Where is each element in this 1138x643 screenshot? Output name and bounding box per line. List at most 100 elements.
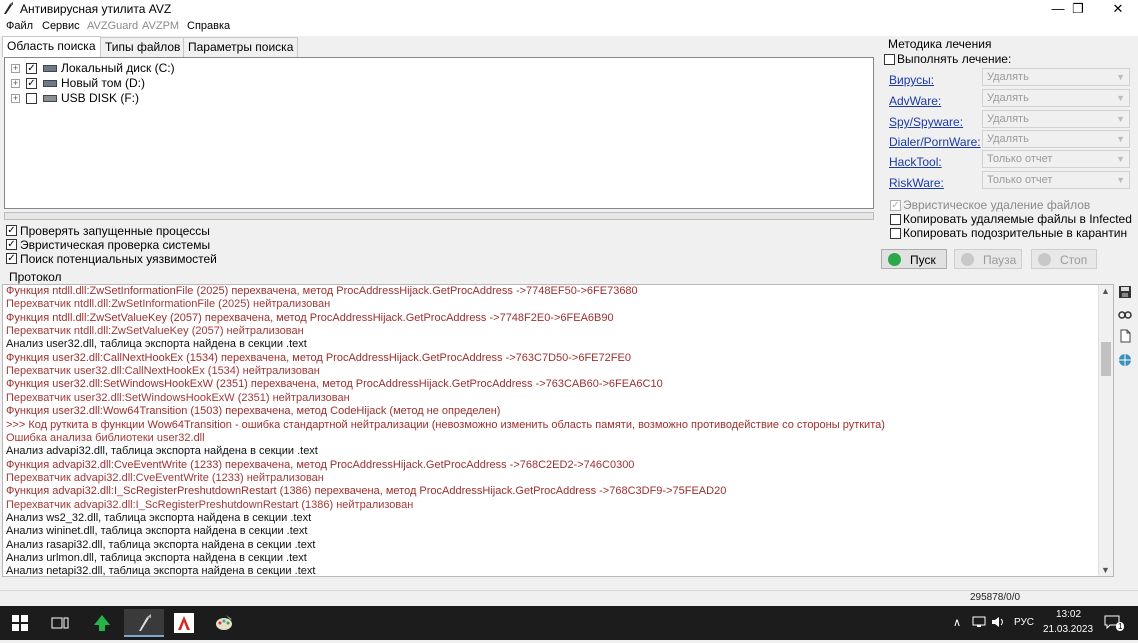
maximize-button[interactable]: ❐ <box>1058 0 1098 18</box>
menu-service[interactable]: Сервис <box>42 20 80 32</box>
acrobat-icon[interactable] <box>164 609 204 637</box>
log-line: Анализ wininet.dll, таблица экспорта най… <box>6 525 308 538</box>
drive-label: USB DISK (F:) <box>61 91 140 105</box>
select-value: Удалять <box>987 113 1029 125</box>
menu-avzguard[interactable]: AVZGuard <box>87 20 138 32</box>
start-button[interactable]: Пуск <box>881 249 947 269</box>
menu-avzpm[interactable]: AVZPM <box>142 20 179 32</box>
protocol-log[interactable]: Функция ntdll.dll:ZwSetInformationFile (… <box>2 284 1114 577</box>
hard-drive-icon <box>43 80 57 87</box>
heuristic-delete-checkbox[interactable]: ✓ <box>890 200 901 211</box>
heuristic-check-checkbox[interactable]: ✓ <box>6 239 17 250</box>
status-bar: 295878/0/0 <box>0 590 1138 606</box>
pause-button[interactable]: Пауза <box>954 249 1022 269</box>
download-app-icon[interactable] <box>82 609 122 637</box>
copy-suspicious-checkbox[interactable] <box>890 228 901 239</box>
chevron-down-icon: ▼ <box>1116 134 1125 144</box>
find-in-log-icon[interactable] <box>1116 307 1134 325</box>
log-line: Анализ advapi32.dll, таблица экспорта на… <box>6 445 318 458</box>
paint-icon[interactable] <box>204 609 244 637</box>
clock-date[interactable]: 21.03.2023 <box>1043 624 1093 635</box>
spyware-action-select[interactable]: Удалять ▼ <box>982 110 1130 128</box>
viruses-action-select[interactable]: Удалять ▼ <box>982 68 1130 86</box>
chevron-down-icon: ▼ <box>1116 175 1125 185</box>
threat-link-riskware[interactable]: RiskWare: <box>889 176 944 190</box>
log-line: Анализ user32.dll, таблица экспорта найд… <box>6 338 307 351</box>
log-line: Анализ ws2_32.dll, таблица экспорта найд… <box>6 511 312 524</box>
log-line: Анализ netapi32.dll, таблица экспорта на… <box>6 565 316 577</box>
drive-tree: + ✓ Локальный диск (C:) + ✓ Новый том (D… <box>4 57 874 209</box>
threat-link-spyware[interactable]: Spy/Spyware: <box>889 115 963 129</box>
pause-icon <box>961 253 974 266</box>
perform-treatment-checkbox[interactable] <box>884 54 895 65</box>
drive-d-checkbox[interactable]: ✓ <box>26 78 37 89</box>
protocol-label: Протокол <box>9 270 62 284</box>
play-icon <box>888 253 901 266</box>
log-line: Перехватчик advapi32.dll:CveEventWrite (… <box>6 471 324 484</box>
hard-drive-icon <box>43 65 57 72</box>
drive-f-checkbox[interactable] <box>26 93 37 104</box>
threat-link-advware[interactable]: AdvWare: <box>889 94 941 108</box>
expand-icon[interactable]: + <box>11 64 20 73</box>
show-hidden-icons-icon[interactable]: ∧ <box>953 616 961 629</box>
tab-search-params[interactable]: Параметры поиска <box>183 37 299 57</box>
menu-file[interactable]: Файл <box>6 20 33 32</box>
save-log-icon[interactable] <box>1116 285 1134 303</box>
scroll-thumb[interactable] <box>1101 342 1111 376</box>
chevron-down-icon: ▼ <box>1116 154 1125 164</box>
option-label: Проверять запущенные процессы <box>20 224 210 238</box>
clock-time[interactable]: 13:02 <box>1056 609 1081 620</box>
select-value: Удалять <box>987 133 1029 145</box>
task-view-icon[interactable] <box>40 609 80 637</box>
perform-treatment-label: Выполнять лечение: <box>897 52 1012 66</box>
stop-icon <box>1038 253 1051 266</box>
network-icon[interactable] <box>1116 353 1134 371</box>
select-value: Удалять <box>987 71 1029 83</box>
dialer-action-select[interactable]: Удалять ▼ <box>982 130 1130 148</box>
volume-icon[interactable] <box>991 616 1005 631</box>
title-bar: Антивирусная утилита AVZ — ❐ ✕ <box>0 0 1138 18</box>
drive-label: Локальный диск (C:) <box>61 61 175 75</box>
log-scrollbar[interactable]: ▲ ▼ <box>1098 285 1113 576</box>
copy-suspicious-label: Копировать подозрительные в карантин <box>903 226 1128 240</box>
log-line: Перехватчик ntdll.dll:ZwSetValueKey (205… <box>6 325 304 338</box>
scroll-up-icon[interactable]: ▲ <box>1101 286 1110 296</box>
tab-file-types[interactable]: Типы файлов <box>100 37 186 57</box>
log-line: Перехватчик user32.dll:SetWindowsHookExW… <box>6 391 350 404</box>
start-label: Пуск <box>910 253 936 267</box>
hacktool-action-select[interactable]: Только отчет ▼ <box>982 150 1130 168</box>
usb-drive-icon <box>43 95 57 102</box>
scan-progress-bar <box>4 212 874 220</box>
avz-app-icon <box>4 2 13 14</box>
menu-help[interactable]: Справка <box>187 20 230 32</box>
log-line: Функция user32.dll:SetWindowsHookExW (23… <box>6 378 663 391</box>
select-value: Только отчет <box>987 153 1053 165</box>
close-button[interactable]: ✕ <box>1098 0 1138 18</box>
tab-search-area[interactable]: Область поиска <box>2 36 101 57</box>
expand-icon[interactable]: + <box>11 94 20 103</box>
stop-label: Стоп <box>1060 253 1088 267</box>
riskware-action-select[interactable]: Только отчет ▼ <box>982 171 1130 189</box>
expand-icon[interactable]: + <box>11 79 20 88</box>
advware-action-select[interactable]: Удалять ▼ <box>982 89 1130 107</box>
log-line: >>> Код руткита в функции Wow64Transitio… <box>6 418 885 431</box>
scroll-down-icon[interactable]: ▼ <box>1101 565 1110 575</box>
notification-count-badge: 1 <box>1116 622 1125 631</box>
network-status-icon[interactable] <box>972 616 986 631</box>
treatment-title: Методика лечения <box>888 37 992 51</box>
language-indicator[interactable]: РУС <box>1014 617 1034 628</box>
threat-link-hacktool[interactable]: HackTool: <box>889 155 942 169</box>
copy-deleted-checkbox[interactable] <box>890 214 901 225</box>
vulnerabilities-checkbox[interactable]: ✓ <box>6 253 17 264</box>
chevron-down-icon: ▼ <box>1116 93 1125 103</box>
stop-button[interactable]: Стоп <box>1031 249 1097 269</box>
check-processes-checkbox[interactable]: ✓ <box>6 225 17 236</box>
windows-start-icon[interactable] <box>0 609 40 637</box>
avz-taskbar-icon[interactable] <box>124 609 164 637</box>
log-line: Функция ntdll.dll:ZwSetInformationFile (… <box>6 285 638 297</box>
threat-link-dialer[interactable]: Dialer/PornWare: <box>889 135 981 149</box>
clear-log-icon[interactable] <box>1116 329 1134 347</box>
select-value: Только отчет <box>987 174 1053 186</box>
drive-c-checkbox[interactable]: ✓ <box>26 63 37 74</box>
threat-link-viruses[interactable]: Вирусы: <box>889 73 934 87</box>
